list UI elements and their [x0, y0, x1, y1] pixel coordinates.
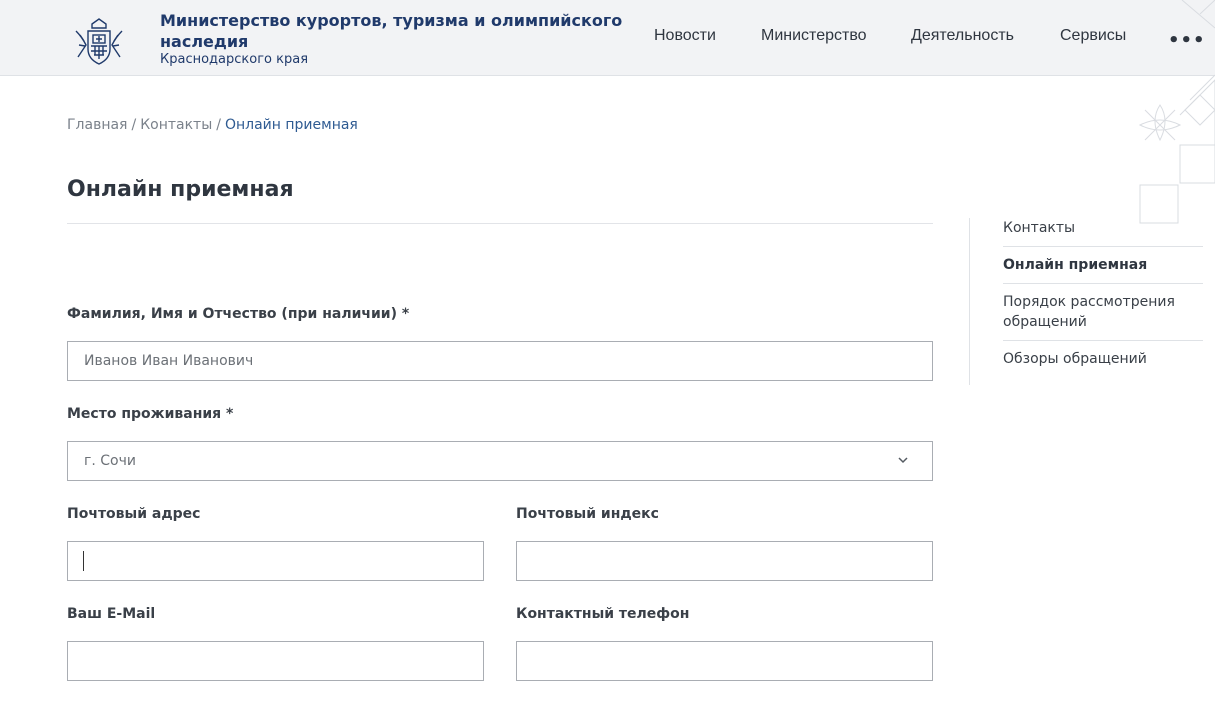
- side-item-reviews[interactable]: Обзоры обращений: [1003, 349, 1203, 369]
- residence-label: Место проживания *: [67, 406, 234, 422]
- side-item-procedure[interactable]: Порядок рассмотрения обращений: [1003, 292, 1203, 332]
- org-title[interactable]: Министерство курортов, туризма и олимпий…: [160, 10, 640, 52]
- coat-of-arms-icon[interactable]: [72, 15, 126, 69]
- nav-item-services[interactable]: Сервисы: [1060, 27, 1126, 45]
- postal-address-input[interactable]: [67, 541, 484, 581]
- fio-input[interactable]: [67, 341, 933, 381]
- breadcrumb-separator: /: [216, 117, 221, 133]
- postal-address-label: Почтовый адрес: [67, 506, 201, 522]
- breadcrumb-current: Онлайн приемная: [224, 117, 358, 133]
- email-label: Ваш E-Mail: [67, 606, 156, 622]
- email-input[interactable]: [67, 641, 484, 681]
- breadcrumb-separator: /: [131, 117, 137, 133]
- title-divider: [67, 223, 933, 224]
- breadcrumb-contacts[interactable]: Контакты: [140, 117, 212, 133]
- residence-select[interactable]: г. Сочи: [67, 441, 933, 481]
- postal-address-wrapper: [67, 541, 484, 581]
- phone-input[interactable]: [516, 641, 933, 681]
- side-item-contacts[interactable]: Контакты: [1003, 218, 1203, 238]
- nav-item-ministry[interactable]: Министерство: [761, 27, 867, 45]
- fio-label: Фамилия, Имя и Отчество (при наличии) *: [67, 306, 410, 322]
- side-item-online-reception[interactable]: Онлайн приемная: [1003, 255, 1203, 275]
- nav-item-news[interactable]: Новости: [654, 27, 716, 45]
- postal-index-input[interactable]: [516, 541, 933, 581]
- side-divider: [1003, 340, 1203, 341]
- page-title: Онлайн приемная: [67, 177, 294, 202]
- site-header: Министерство курортов, туризма и олимпий…: [0, 0, 1215, 76]
- decorative-ornament: [1138, 0, 1215, 224]
- phone-label: Контактный телефон: [516, 606, 690, 622]
- side-divider: [1003, 283, 1203, 284]
- side-menu-rule: [969, 218, 970, 385]
- residence-select-value: г. Сочи: [84, 453, 136, 469]
- breadcrumb-home[interactable]: Главная: [67, 117, 127, 133]
- nav-item-activity[interactable]: Деятельность: [911, 27, 1014, 45]
- chevron-down-icon: [898, 457, 908, 464]
- side-divider: [1003, 246, 1203, 247]
- postal-index-label: Почтовый индекс: [516, 506, 659, 522]
- text-caret: [83, 551, 84, 571]
- org-subtitle[interactable]: Краснодарского края: [160, 52, 308, 67]
- breadcrumb: Главная / Контакты / Онлайн приемная: [67, 117, 358, 133]
